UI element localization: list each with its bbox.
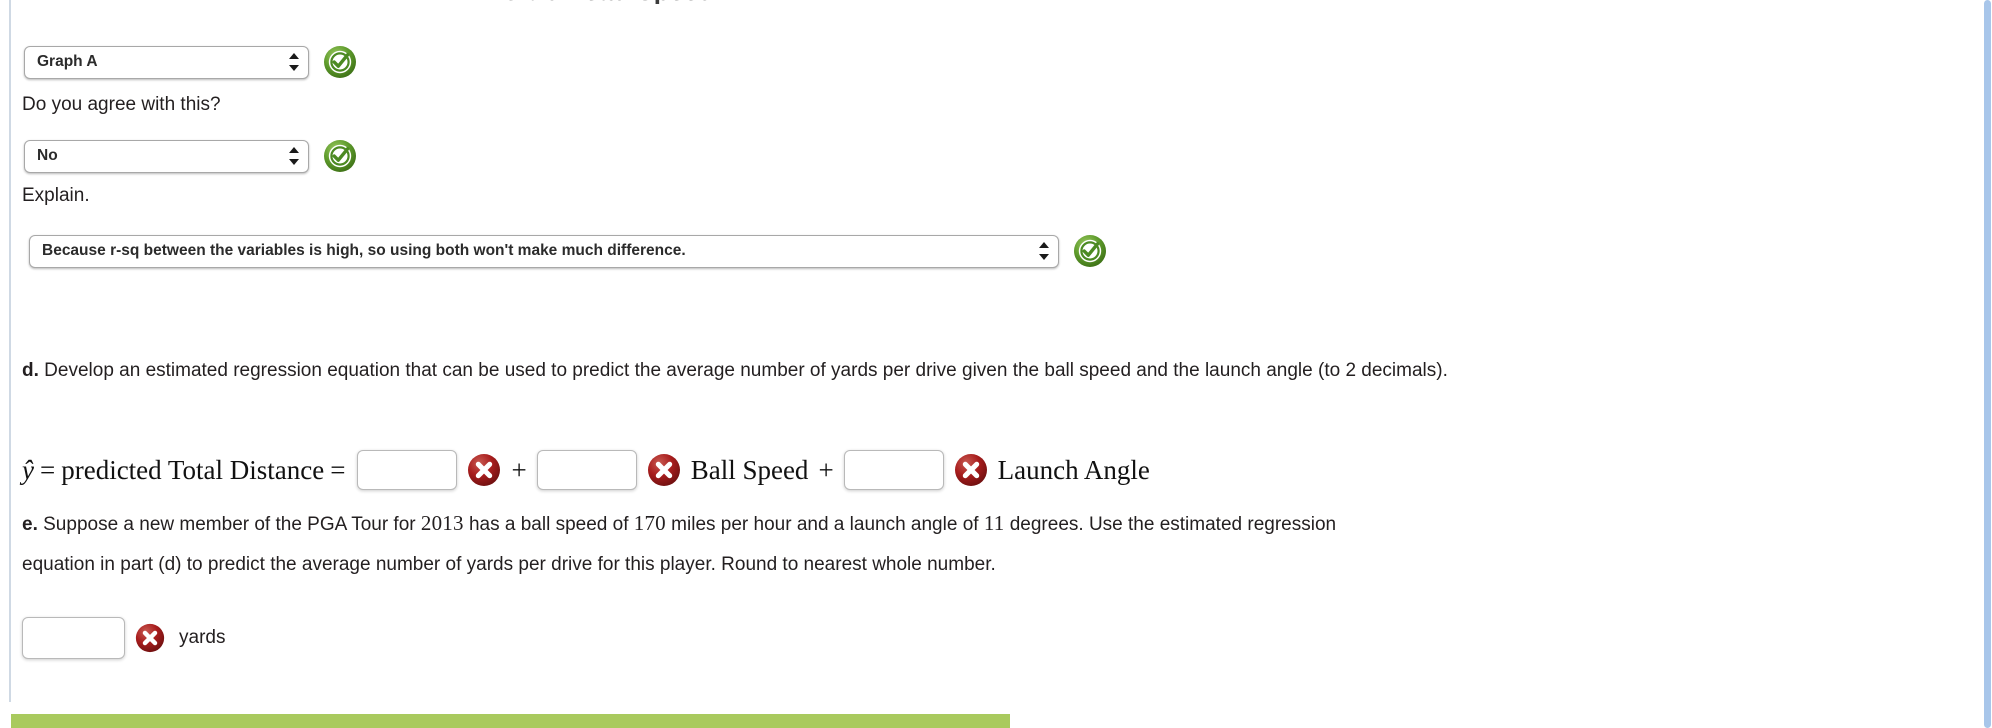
intercept-input[interactable] [357, 450, 458, 490]
explain-select-row: Because r-sq between the variables is hi… [29, 234, 1107, 268]
part-e-ball-speed-value: 170 [633, 511, 666, 535]
explain-question-row: Explain. [22, 183, 90, 209]
equation-lhs-words: predicted Total Distance [61, 454, 325, 485]
x-circle-icon [954, 453, 988, 487]
check-circle-icon [323, 139, 357, 173]
x-circle-icon [135, 623, 165, 653]
agree-select-value: No [37, 147, 58, 164]
yards-unit-label: yards [179, 627, 226, 648]
select-stepper-arrows-icon[interactable] [1038, 242, 1049, 260]
graph-select-row: Graph A [24, 45, 357, 79]
select-stepper-arrows-icon[interactable] [288, 147, 299, 165]
part-e-text-seg2: has a ball speed of [463, 514, 634, 535]
part-d-text: Develop an estimated regression equation… [38, 360, 1448, 381]
part-e-text-seg4: degrees. Use the estimated regression [1004, 514, 1337, 535]
explain-question-text: Explain. [22, 185, 90, 206]
part-e-text-seg3: miles per hour and a launch angle of [665, 514, 984, 535]
part-e-text-line2: equation in part (d) to predict the aver… [22, 554, 996, 575]
x-circle-icon [467, 453, 501, 487]
yards-answer-input[interactable] [22, 617, 125, 659]
agree-question-row: Do you agree with this? [22, 92, 221, 118]
equals-sign-1: = [39, 454, 56, 485]
part-d-label: d. [22, 360, 39, 381]
part-e-text-seg1: Suppose a new member of the PGA Tour for [37, 514, 421, 535]
vertical-scrollbar[interactable] [1983, 0, 1992, 728]
agree-select-row: No [24, 139, 357, 173]
graph-select[interactable]: Graph A [24, 45, 309, 79]
part-e-paragraph: e. Suppose a new member of the PGA Tour … [22, 502, 1970, 546]
explain-select-value: Because r-sq between the variables is hi… [42, 242, 686, 259]
check-circle-icon [323, 45, 357, 79]
scrollbar-thumb[interactable] [1984, 0, 1991, 728]
clipped-section-heading: Club Head Speed [0, 0, 1992, 4]
launch-angle-coefficient-input[interactable] [843, 450, 944, 490]
launch-angle-term-label: Launch Angle [997, 454, 1150, 485]
bottom-accent-bar [11, 714, 1010, 728]
left-border-rule [9, 0, 11, 702]
x-circle-icon [647, 453, 681, 487]
part-e-launch-angle-value: 11 [983, 511, 1005, 535]
part-e-answer-row: yards [22, 617, 225, 659]
ball-speed-coefficient-input[interactable] [536, 450, 637, 490]
equation-lhs: ŷ = predicted Total Distance = [22, 454, 351, 485]
part-e-paragraph-line2: equation in part (d) to predict the aver… [22, 544, 1970, 586]
graph-select-value: Graph A [37, 53, 98, 70]
question-page: Club Head Speed Graph A [0, 0, 1992, 728]
part-d-paragraph: d. Develop an estimated regression equat… [22, 350, 1967, 392]
agree-select[interactable]: No [24, 139, 309, 173]
ball-speed-term-label: Ball Speed [690, 454, 809, 485]
y-hat-symbol: ŷ [22, 454, 34, 485]
regression-equation-row: ŷ = predicted Total Distance = + Ball Sp… [22, 450, 1150, 490]
explain-select[interactable]: Because r-sq between the variables is hi… [29, 234, 1059, 268]
check-circle-icon [1073, 234, 1107, 268]
plus-sign-1: + [511, 454, 527, 485]
equals-sign-2: = [330, 454, 346, 485]
part-e-year-value: 2013 [420, 511, 464, 535]
clipped-section-heading-text: Club Head Speed [0, 0, 1215, 4]
select-stepper-arrows-icon[interactable] [288, 53, 299, 71]
agree-question-text: Do you agree with this? [22, 94, 221, 115]
part-e-label: e. [22, 514, 38, 535]
plus-sign-2: + [818, 454, 834, 485]
